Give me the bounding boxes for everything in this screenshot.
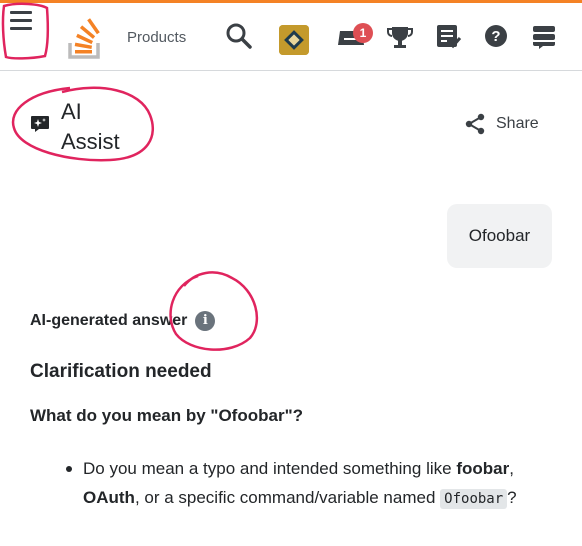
bullet-middle: , or a specific command/variable named	[134, 488, 436, 507]
help-icon[interactable]: ?	[481, 21, 511, 51]
bullet-term-oauth: OAuth	[83, 488, 135, 507]
search-icon[interactable]	[224, 21, 254, 51]
answer-question: What do you mean by "Ofoobar"?	[30, 406, 304, 425]
share-icon	[464, 113, 486, 135]
user-avatar[interactable]	[279, 25, 309, 55]
bullet-marker	[66, 466, 72, 472]
answer-label-text: AI-generated answer	[30, 312, 188, 329]
bullet-separator: ,	[509, 459, 514, 478]
page-title: AI Assist	[61, 99, 120, 154]
info-icon[interactable]: i	[195, 311, 216, 331]
answer-heading: Clarification needed	[30, 361, 212, 382]
bullet-prefix: Do you mean a typo and intended somethin…	[83, 459, 452, 478]
stack-overflow-logo[interactable]	[66, 17, 106, 61]
user-message-bubble: Ofoobar	[447, 204, 552, 268]
svg-text:?: ?	[491, 28, 500, 45]
page-header: AI Assist Share	[0, 72, 582, 182]
trophy-icon[interactable]	[385, 21, 415, 51]
list-item: Do you mean a typo and intended somethin…	[83, 454, 543, 514]
products-link[interactable]: Products	[127, 29, 186, 46]
top-navigation-bar: Products 1 ?	[0, 3, 582, 71]
site-switcher-icon[interactable]	[529, 21, 559, 51]
inbox-count-badge: 1	[353, 23, 373, 43]
share-button[interactable]: Share	[464, 113, 539, 135]
review-queues-icon[interactable]	[433, 21, 463, 51]
ai-assist-icon	[30, 115, 50, 133]
inline-code: Ofoobar	[440, 489, 508, 509]
hamburger-menu-icon[interactable]	[10, 11, 32, 33]
bullet-term-foobar: foobar	[456, 459, 510, 478]
share-label: Share	[496, 115, 539, 132]
bullet-suffix: ?	[507, 488, 517, 507]
ai-generated-answer-label: AI-generated answer i	[30, 311, 216, 331]
